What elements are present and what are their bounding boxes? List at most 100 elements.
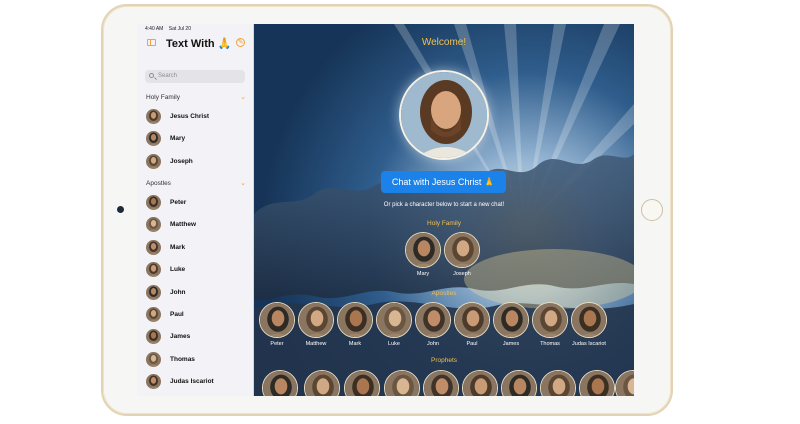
section-title: Holy Family [146, 94, 180, 101]
character-prophets[interactable] [461, 370, 499, 396]
character-avatar [462, 370, 498, 396]
character-avatar [384, 370, 420, 396]
apostles-label: Apostles [431, 290, 457, 297]
character-apostles[interactable]: James [492, 302, 530, 347]
holy-family-label: Holy Family [427, 220, 461, 227]
character-name: Paul [466, 341, 478, 347]
character-apostles[interactable]: Peter [258, 302, 296, 347]
sidebar-toggle-icon[interactable] [147, 39, 156, 46]
character-name: John [427, 341, 439, 347]
avatar [146, 351, 161, 367]
character-avatar [259, 302, 295, 338]
character-name: Luke [388, 341, 400, 347]
character-apostles[interactable]: Thomas [531, 302, 569, 347]
sidebar-contact[interactable]: Paul [146, 307, 246, 325]
character-avatar [579, 370, 615, 396]
character-name: Mary [416, 271, 430, 277]
ipad-stage: 4:40 AM Sat Jul 20 Text With 🙏 ✎ Search … [0, 0, 800, 424]
character-prophets[interactable] [614, 370, 634, 396]
character-holy_family[interactable]: Mary [404, 232, 442, 277]
search-input[interactable]: Search [145, 70, 245, 83]
contact-name: John [170, 288, 186, 296]
sidebar-contact[interactable]: Mary [146, 131, 246, 149]
character-apostles[interactable]: John [414, 302, 452, 347]
character-apostles[interactable]: Matthew [297, 302, 335, 347]
character-name: Matthew [305, 341, 327, 347]
character-avatar [337, 302, 373, 338]
character-prophets[interactable] [303, 370, 341, 396]
avatar [146, 153, 161, 169]
chevron-down-icon[interactable]: ⌄ [240, 93, 246, 101]
character-avatar [304, 370, 340, 396]
welcome-heading: Welcome! [421, 37, 467, 48]
character-prophets[interactable] [383, 370, 421, 396]
pick-character-text: Or pick a character below to start a new… [383, 202, 505, 208]
character-name: Joseph [453, 271, 471, 277]
sidebar-contact[interactable]: Judas Iscariot [146, 374, 246, 392]
chat-with-jesus-button[interactable]: Chat with Jesus Christ 🙏 [381, 171, 506, 193]
character-avatar [415, 302, 451, 338]
character-prophets[interactable] [261, 370, 299, 396]
character-apostles[interactable]: Judas Iscariot [570, 302, 608, 347]
sidebar-contact[interactable]: Matthew [146, 217, 246, 235]
character-avatar [344, 370, 380, 396]
character-prophets[interactable] [343, 370, 381, 396]
contact-name: Mary [170, 135, 186, 143]
sidebar-contact[interactable]: Jesus Christ [146, 109, 246, 127]
sidebar-contact[interactable]: Joseph [146, 153, 246, 172]
character-avatar [444, 232, 480, 268]
avatar [146, 109, 161, 124]
avatar [146, 307, 161, 322]
character-prophets[interactable] [422, 370, 460, 396]
sidebar-contact[interactable]: Thomas [146, 351, 246, 370]
home-button[interactable] [641, 199, 663, 221]
contact-name: Luke [170, 266, 186, 274]
sidebar-contact[interactable]: Mark [146, 239, 246, 258]
front-camera [117, 206, 124, 213]
character-avatar [454, 302, 490, 338]
status-time: 4:40 AM [145, 26, 164, 32]
jesus-portrait [399, 70, 489, 160]
prophets-label: Prophets [430, 357, 458, 364]
sidebar-contact[interactable]: John [146, 284, 246, 303]
avatar [146, 131, 161, 147]
character-prophets[interactable] [578, 370, 616, 396]
character-name: Judas Iscariot [572, 341, 606, 347]
avatar [146, 239, 161, 255]
character-avatar [376, 302, 412, 338]
character-apostles[interactable]: Luke [375, 302, 413, 347]
contact-name: Thomas [170, 355, 195, 363]
portrait-image [401, 72, 487, 158]
character-apostles[interactable]: Mark [336, 302, 374, 347]
sidebar-contact[interactable]: Peter [146, 195, 246, 213]
contact-name: Paul [170, 311, 184, 318]
character-avatar [615, 370, 634, 396]
avatar [146, 284, 161, 300]
section-holy-family[interactable]: Holy Family ⌄ [146, 94, 246, 101]
contact-name: Jesus Christ [170, 113, 210, 120]
character-name: Mark [348, 341, 362, 347]
chevron-down-icon[interactable]: ⌄ [240, 179, 246, 187]
character-avatar [571, 302, 607, 338]
search-icon [149, 73, 154, 78]
character-name: James [502, 341, 520, 347]
new-chat-icon[interactable]: ✎ [236, 38, 245, 47]
character-prophets[interactable] [500, 370, 538, 396]
character-prophets[interactable] [539, 370, 577, 396]
contact-name: Judas Iscariot [170, 378, 214, 386]
sidebar-title: Text With 🙏 [166, 38, 232, 50]
character-avatar [501, 370, 537, 396]
character-avatar [298, 302, 334, 338]
sidebar-contact[interactable]: James [146, 329, 246, 347]
avatar [146, 262, 161, 278]
character-name: Peter [270, 341, 284, 347]
character-holy_family[interactable]: Joseph [443, 232, 481, 277]
sidebar-contact[interactable]: Luke [146, 262, 246, 280]
character-avatar [262, 370, 298, 396]
section-apostles[interactable]: Apostles ⌄ [146, 180, 246, 187]
character-apostles[interactable]: Paul [453, 302, 491, 347]
character-avatar [493, 302, 529, 338]
character-avatar [532, 302, 568, 338]
app-screen: 4:40 AM Sat Jul 20 Text With 🙏 ✎ Search … [137, 24, 634, 396]
character-avatar [540, 370, 576, 396]
